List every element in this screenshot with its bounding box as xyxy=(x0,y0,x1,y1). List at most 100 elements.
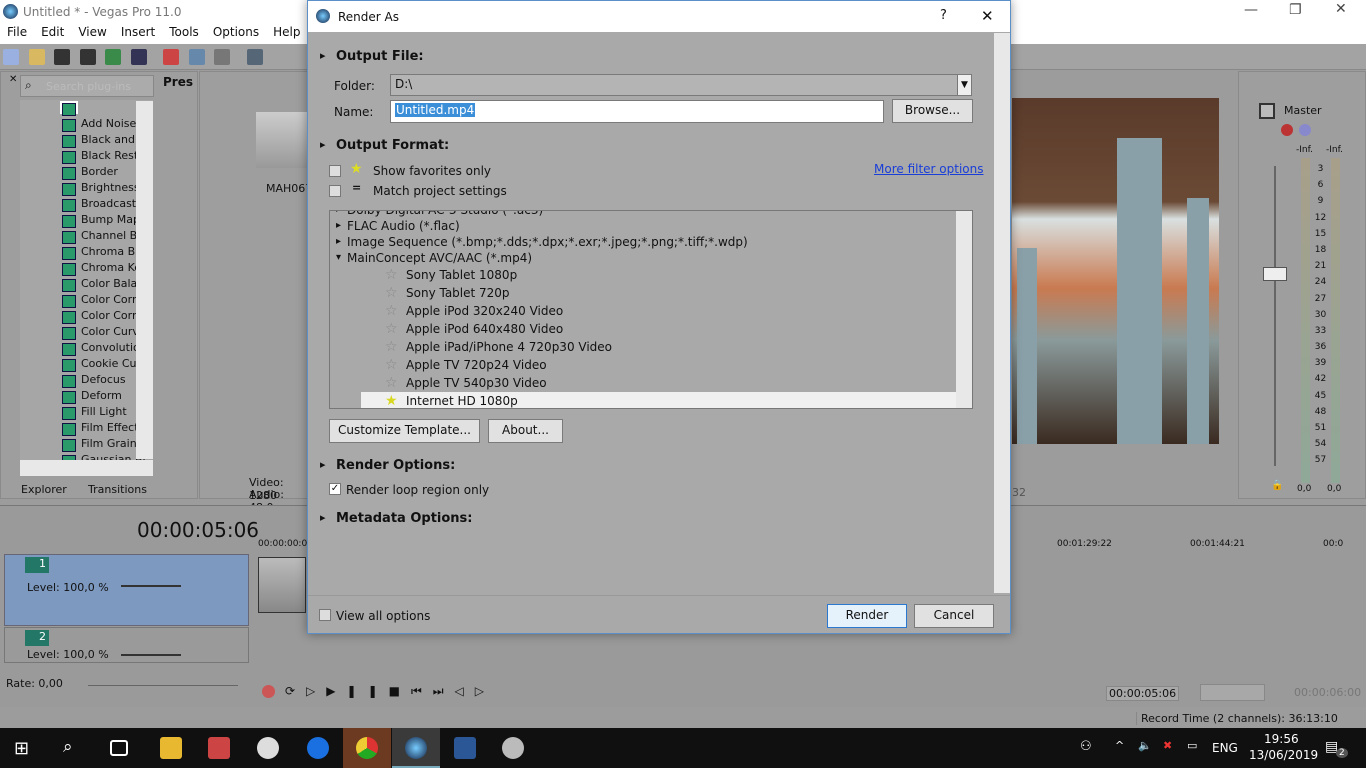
cut-icon[interactable] xyxy=(163,49,179,65)
rate-slider[interactable] xyxy=(88,685,238,686)
plugin-item[interactable]: Gaussian Bl xyxy=(20,452,153,460)
plugin-item[interactable]: Channel Ble xyxy=(20,228,153,244)
clock-time[interactable]: 19:56 xyxy=(1264,732,1299,746)
name-input[interactable]: Untitled.mp4 xyxy=(390,100,884,123)
chrome-icon[interactable] xyxy=(356,737,378,759)
menu-help[interactable]: Help xyxy=(266,22,307,44)
save-as-icon[interactable] xyxy=(79,49,96,65)
network-icon[interactable]: ✖ xyxy=(1163,739,1172,752)
tree-hscrollbar[interactable] xyxy=(20,460,153,476)
format-group[interactable]: FLAC Audio (*.flac) xyxy=(330,218,972,234)
menu-view[interactable]: View xyxy=(71,22,113,44)
start-button[interactable]: ⊞ xyxy=(14,738,29,759)
format-group[interactable]: Dolby Digital AC-3 Studio (*.ac3) xyxy=(330,211,972,218)
plugin-item[interactable]: Add Noise xyxy=(20,116,153,132)
properties-icon[interactable] xyxy=(130,49,147,65)
save-icon[interactable] xyxy=(54,49,70,65)
undo-icon[interactable] xyxy=(246,49,263,65)
plugin-item[interactable]: Color Balan xyxy=(20,276,153,292)
lock-icon[interactable]: 🔒 xyxy=(1271,480,1283,491)
plugin-item[interactable]: Border xyxy=(20,164,153,180)
preset-item[interactable]: ☆ Apple iPod 640x480 Video xyxy=(330,320,972,338)
panel-close-icon[interactable]: ✕ xyxy=(9,74,17,85)
record-button[interactable] xyxy=(262,685,275,698)
level-slider[interactable] xyxy=(121,654,181,656)
plugin-item[interactable]: Fill Light xyxy=(20,404,153,420)
master-button[interactable] xyxy=(1259,103,1275,119)
word-icon[interactable] xyxy=(454,737,476,759)
star-outline-icon[interactable]: ☆ xyxy=(385,302,398,320)
tab-explorer[interactable]: Explorer xyxy=(21,483,67,496)
menu-insert[interactable]: Insert xyxy=(114,22,162,44)
plugin-item[interactable]: Convolution xyxy=(20,340,153,356)
star-outline-icon[interactable]: ☆ xyxy=(385,320,398,338)
help-button[interactable]: ? xyxy=(940,8,947,23)
restore-button[interactable]: ❐ xyxy=(1289,2,1302,18)
media-thumbnail[interactable] xyxy=(256,112,308,168)
preset-item[interactable]: ☆ Apple TV 720p24 Video xyxy=(330,356,972,374)
star-outline-icon[interactable]: ☆ xyxy=(385,266,398,284)
fx-gear-icon[interactable] xyxy=(1281,124,1293,136)
view-all-options-checkbox[interactable] xyxy=(319,609,331,621)
track-header-1[interactable]: 1 Level: 100,0 % xyxy=(4,554,249,626)
star-outline-icon[interactable]: ☆ xyxy=(385,284,398,302)
tab-transitions[interactable]: Transitions xyxy=(88,483,147,496)
preset-item[interactable]: ☆ Apple iPad/iPhone 4 720p30 Video xyxy=(330,338,972,356)
plugin-item[interactable]: Black and W xyxy=(20,132,153,148)
plugin-item[interactable]: Broadcast C xyxy=(20,196,153,212)
plugin-item[interactable]: Film Grain xyxy=(20,436,153,452)
match-project-checkbox[interactable] xyxy=(329,185,341,197)
plugin-item[interactable]: Chroma Key xyxy=(20,260,153,276)
preset-item[interactable]: ☆ Sony Tablet 720p xyxy=(330,284,972,302)
more-filter-options-link[interactable]: More filter options xyxy=(874,162,984,176)
plugin-item[interactable]: Color Corre xyxy=(20,308,153,324)
customize-template-button[interactable]: Customize Template... xyxy=(329,419,480,443)
vegas-icon[interactable] xyxy=(405,737,427,759)
render-loop-checkbox[interactable]: ✓ xyxy=(329,483,341,495)
metadata-options-section[interactable]: Metadata Options: xyxy=(320,511,473,526)
cancel-button[interactable]: Cancel xyxy=(914,604,994,628)
tray-chevron-icon[interactable]: ^ xyxy=(1115,739,1124,752)
menu-file[interactable]: File xyxy=(0,22,34,44)
preset-item-selected[interactable]: ★ Internet HD 1080p xyxy=(361,392,972,408)
show-favorites-checkbox[interactable] xyxy=(329,165,341,177)
tree-scrollbar[interactable] xyxy=(136,101,153,459)
paste-icon[interactable] xyxy=(214,49,230,65)
browse-button[interactable]: Browse... xyxy=(892,99,973,123)
master-fader[interactable] xyxy=(1263,267,1287,281)
paint-icon[interactable] xyxy=(257,737,279,759)
search-field[interactable]: ⌕ Search plug-ins xyxy=(20,75,154,97)
paint-palette-icon[interactable] xyxy=(502,737,524,759)
plugin-item[interactable]: Cookie Cutt xyxy=(20,356,153,372)
file-explorer-icon[interactable] xyxy=(160,737,182,759)
star-outline-icon[interactable]: ☆ xyxy=(385,356,398,374)
close-app-button[interactable]: ✕ xyxy=(1335,1,1347,17)
people-icon[interactable]: ⚇ xyxy=(1080,739,1092,754)
track-header-2[interactable]: 2 Level: 100,0 % xyxy=(4,627,249,663)
plugin-item[interactable]: Film Effects xyxy=(20,420,153,436)
folder-dropdown[interactable]: D:\ ▼ xyxy=(390,74,972,96)
plugin-item[interactable]: Bump Map xyxy=(20,212,153,228)
new-icon[interactable] xyxy=(3,49,19,65)
format-list[interactable]: Dolby Digital AC-3 Studio (*.ac3) FLAC A… xyxy=(329,210,973,409)
volume-icon[interactable]: 🔈 xyxy=(1138,739,1152,752)
preset-item[interactable]: ☆ Apple iPod 320x240 Video xyxy=(330,302,972,320)
search-icon[interactable]: ⌕ xyxy=(63,737,73,757)
level-slider[interactable] xyxy=(121,585,181,587)
plugin-tree[interactable]: All Add Noise Black and W Black Resto Bo… xyxy=(20,100,153,460)
output-format-section[interactable]: Output Format: xyxy=(320,138,449,153)
render-button[interactable]: Render xyxy=(827,604,907,628)
format-group[interactable]: MainConcept AVC/AAC (*.mp4) xyxy=(330,250,972,266)
language-indicator[interactable]: ENG xyxy=(1212,741,1238,755)
preset-item[interactable]: ☆ Sony Tablet 1080p xyxy=(330,266,972,284)
video-event[interactable] xyxy=(258,557,306,613)
menu-tools[interactable]: Tools xyxy=(162,22,206,44)
battery-icon[interactable]: ▭ xyxy=(1187,739,1197,752)
plugin-item[interactable]: Brightness a xyxy=(20,180,153,196)
menu-options[interactable]: Options xyxy=(206,22,266,44)
format-group[interactable]: Image Sequence (*.bmp;*.dds;*.dpx;*.exr;… xyxy=(330,234,972,250)
selection-field[interactable] xyxy=(1200,684,1265,701)
star-filled-icon[interactable]: ★ xyxy=(385,392,398,408)
open-icon[interactable] xyxy=(28,49,45,65)
plugin-item[interactable]: Defocus xyxy=(20,372,153,388)
